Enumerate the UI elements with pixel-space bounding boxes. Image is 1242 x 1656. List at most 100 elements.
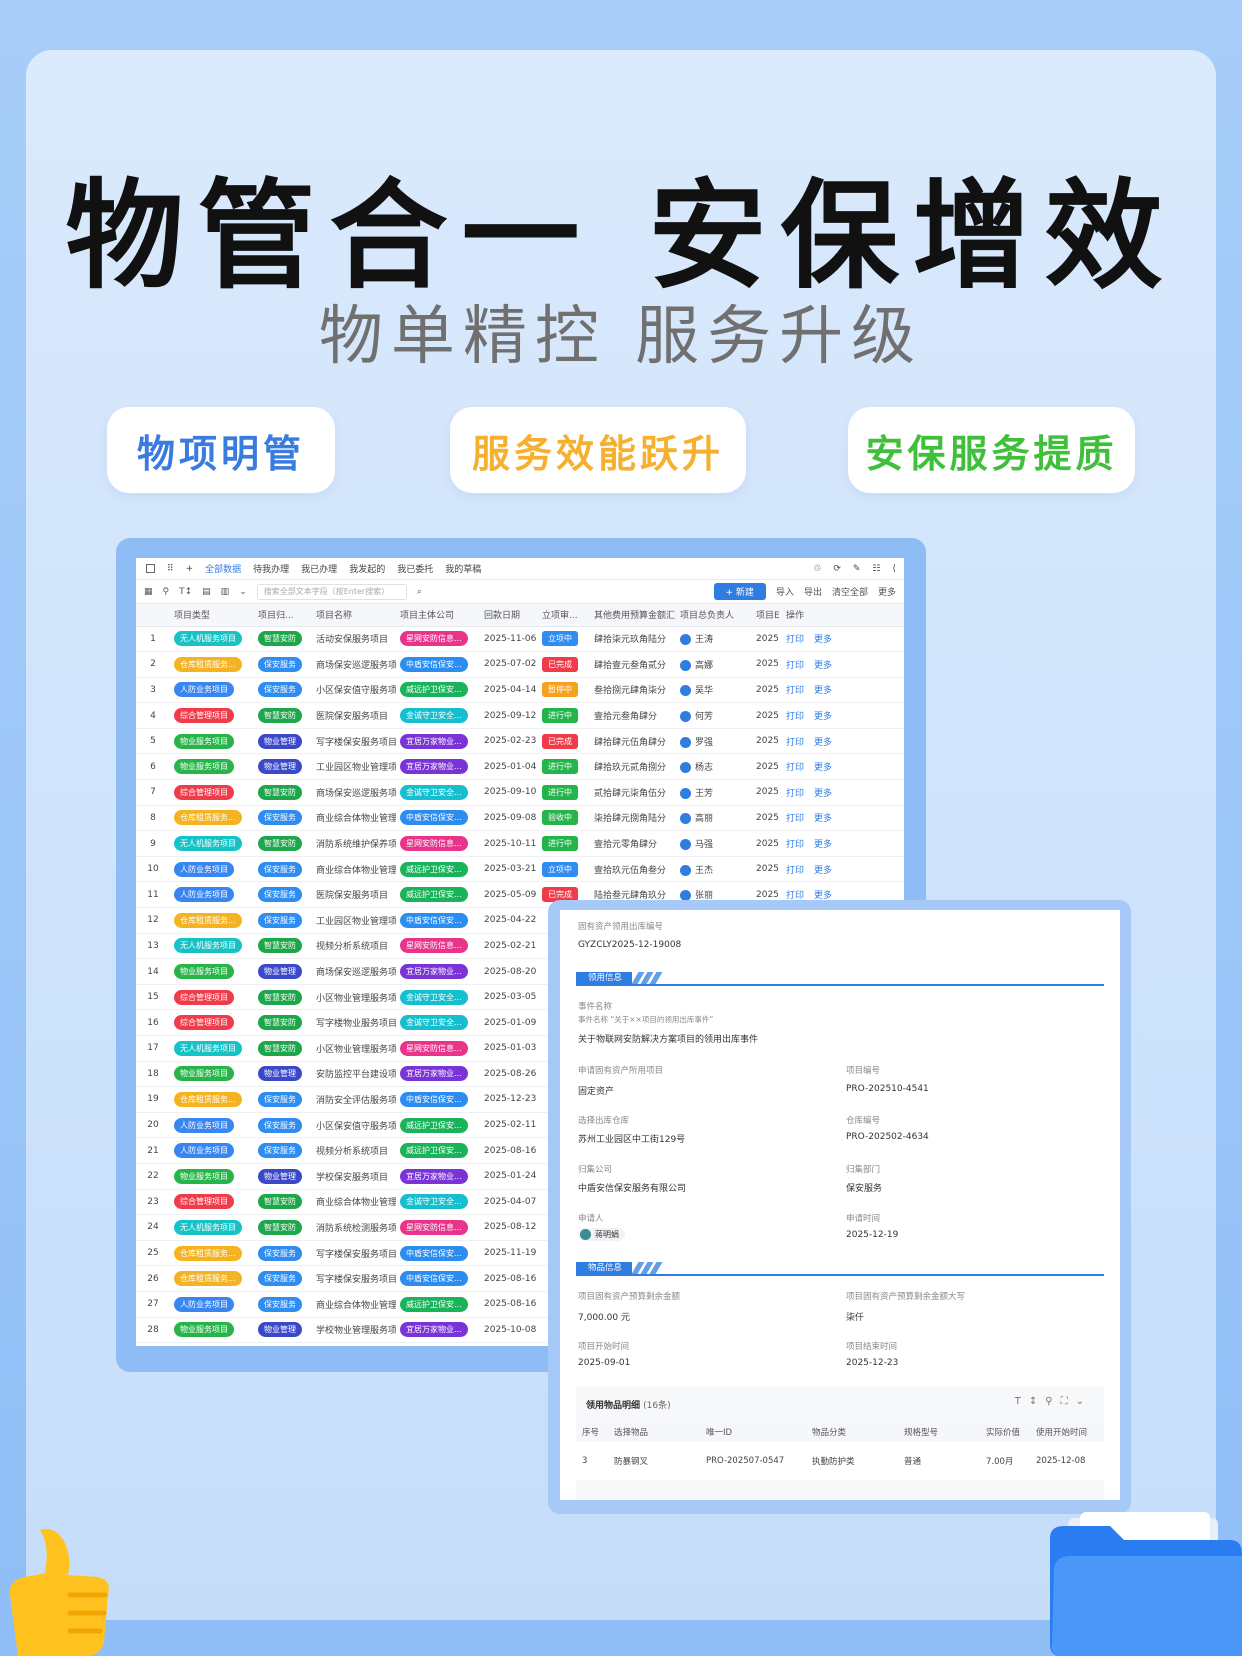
- payment-date: 2025-07-02: [484, 659, 537, 670]
- more-link[interactable]: 更多: [814, 712, 832, 722]
- column-header[interactable]: 使用开始时间: [1030, 1422, 1104, 1442]
- column-header[interactable]: 物品分类: [806, 1422, 898, 1442]
- payment-date: 2025-11-06: [484, 633, 537, 644]
- print-link[interactable]: 打印: [786, 789, 804, 799]
- more-link[interactable]: 更多: [814, 814, 832, 824]
- refresh-icon[interactable]: ⟳: [833, 564, 841, 574]
- add-icon[interactable]: +: [186, 564, 194, 574]
- tab-all-data[interactable]: 全部数据: [205, 562, 241, 575]
- search-input[interactable]: 搜索全部文本字段（按Enter搜索）: [256, 583, 407, 600]
- column-header[interactable]: 操作: [782, 604, 904, 627]
- export-button[interactable]: 导出: [804, 585, 822, 598]
- table-row[interactable]: 5 物业服务项目 物业管理 写字楼保安服务项目 宜居万家物业... 2025-02-23 已…: [136, 728, 904, 755]
- more-link[interactable]: 更多: [814, 661, 832, 671]
- dropdown-icon[interactable]: ⌄: [239, 587, 247, 597]
- recycle-icon[interactable]: ♲: [813, 564, 821, 574]
- project-type-tag: 无人机服务项目: [174, 836, 242, 852]
- calendar-icon[interactable]: ▤: [202, 587, 211, 597]
- category-tag: 智慧安防: [258, 1015, 302, 1031]
- category-tag: 保安服务: [258, 1091, 302, 1107]
- project-name: 写字楼保安服务项目: [316, 737, 396, 748]
- layout-icon[interactable]: ☷: [872, 564, 880, 574]
- drag-icon: ⠿: [167, 563, 174, 574]
- print-link[interactable]: 打印: [786, 635, 804, 645]
- table-row[interactable]: 10 人防业务项目 保安服务 商业综合体物业管理... 威远护卫保安... 2025-03…: [136, 856, 904, 883]
- more-link[interactable]: 更多: [814, 840, 832, 850]
- table-row[interactable]: 6 物业服务项目 物业管理 工业园区物业管理项... 宜居万家物业... 2025-01-…: [136, 753, 904, 781]
- column-header[interactable]: 项目总负责人: [676, 604, 752, 627]
- column-header[interactable]: 项目类型: [170, 604, 254, 627]
- print-link[interactable]: 打印: [786, 763, 804, 773]
- tab-my-initiated[interactable]: 我发起的: [349, 562, 385, 575]
- more-link[interactable]: 更多: [814, 763, 832, 773]
- column-header[interactable]: 项目名称: [312, 604, 396, 627]
- category-tag: 物业管理: [258, 1322, 302, 1338]
- tab-my-delegated[interactable]: 我已委托: [397, 562, 433, 575]
- import-button[interactable]: 导入: [776, 585, 794, 598]
- column-header[interactable]: 唯一ID: [700, 1422, 806, 1442]
- text-size-icon[interactable]: T↕: [179, 587, 192, 597]
- column-header[interactable]: 项目归...: [254, 604, 312, 627]
- more-link[interactable]: 更多: [814, 738, 832, 748]
- column-header[interactable]: 序号: [576, 1422, 608, 1442]
- chart-icon[interactable]: ▥: [221, 587, 230, 597]
- table-row[interactable]: 7 综合管理项目 智慧安防 商场保安巡逻服务项... 金诚守卫安全... 2025-09-…: [136, 779, 904, 806]
- edit-icon[interactable]: ✎: [853, 564, 861, 574]
- column-header[interactable]: [136, 604, 170, 627]
- search-icon[interactable]: ⌕: [417, 587, 422, 597]
- status-badge: 立项中: [542, 861, 578, 877]
- print-link[interactable]: 打印: [786, 814, 804, 824]
- tab-my-done[interactable]: 我已办理: [301, 562, 337, 575]
- project-name: 商业综合体物业管理...: [316, 865, 396, 876]
- column-header[interactable]: 其他费用预算金额汇...: [590, 604, 676, 627]
- table-row[interactable]: 2 仓库租赁服务... 保安服务 商场保安巡逻服务项... 中盾安信保安... 2025-…: [136, 651, 904, 678]
- doc-no-value: GYZCLY2025-12-19008: [578, 940, 682, 950]
- print-link[interactable]: 打印: [786, 738, 804, 748]
- column-header[interactable]: 规格型号: [898, 1422, 980, 1442]
- table-row[interactable]: 4 综合管理项目 智慧安防 医院保安服务项目 金诚守卫安全... 2025-09-12 进行…: [136, 702, 904, 729]
- column-header[interactable]: 项目E: [752, 604, 782, 627]
- table-row[interactable]: 3 人防业务项目 保安服务 小区保安值守服务项... 威远护卫保安... 2025-04-…: [136, 677, 904, 704]
- table-row[interactable]: 3 防暴钢叉 PRO-202507-0547 执勤防护类 普通 7.00月 2025-12-…: [576, 1442, 1104, 1480]
- filter-icon[interactable]: ⚲: [163, 587, 170, 597]
- new-button[interactable]: + 新建: [713, 583, 766, 600]
- field-budget-label: 项目固有资产预算剩余金额: [578, 1292, 681, 1302]
- column-header[interactable]: 项目主体公司: [396, 604, 480, 627]
- more-link[interactable]: 更多: [814, 635, 832, 645]
- budget-amount: 壹拾元叁角肆分: [594, 712, 658, 723]
- tab-my-drafts[interactable]: 我的草稿: [445, 562, 481, 575]
- more-link[interactable]: 更多: [814, 866, 832, 876]
- tab-my-todo[interactable]: 待我办理: [253, 562, 289, 575]
- payment-date: 2025-10-11: [484, 838, 537, 849]
- print-link[interactable]: 打印: [786, 866, 804, 876]
- company-tag: 宜居万家物业...: [400, 733, 468, 749]
- clear-all-button[interactable]: 清空全部: [832, 585, 868, 598]
- table-row[interactable]: 1 无人机服务项目 智慧安防 活动安保服务项目 星网安防信息... 2025-11-06 立…: [136, 626, 904, 653]
- subtable-icons[interactable]: T↕⚲⛶⌄: [1015, 1396, 1092, 1407]
- bracket-icon[interactable]: ⟨: [892, 564, 896, 574]
- project-name: 工业园区物业管理项...: [316, 916, 396, 927]
- table-row[interactable]: 8 仓库租赁服务... 保安服务 商业综合体物业管理... 中盾安信保安... 2025-…: [136, 805, 904, 832]
- category-tag: 智慧安防: [258, 836, 302, 852]
- folder-icon: [1050, 1512, 1242, 1656]
- column-header[interactable]: 立项审...: [538, 604, 590, 627]
- project-name: 商场保安巡逻服务项...: [316, 968, 396, 979]
- column-header[interactable]: 选择物品: [608, 1422, 700, 1442]
- payment-date: 2025-01-03: [484, 1043, 537, 1054]
- more-link[interactable]: 更多: [814, 789, 832, 799]
- text-size-icon: T↕: [1014, 1396, 1046, 1407]
- print-link[interactable]: 打印: [786, 840, 804, 850]
- print-link[interactable]: 打印: [786, 712, 804, 722]
- company-tag: 威远护卫保安...: [400, 887, 468, 903]
- column-header[interactable]: 回款日期: [480, 604, 538, 627]
- table-cell: 3: [582, 1456, 588, 1466]
- print-link[interactable]: 打印: [786, 661, 804, 671]
- table-row[interactable]: 9 无人机服务项目智慧安防 消防系统维护保养项... 星网安防信息... 2025-10…: [136, 830, 904, 857]
- print-link[interactable]: 打印: [786, 686, 804, 696]
- project-name: 写字楼物业服务项目: [316, 1019, 396, 1030]
- more-button[interactable]: 更多: [878, 585, 896, 598]
- column-header[interactable]: 实际价值: [980, 1422, 1030, 1442]
- payment-date: 2025-03-05: [484, 992, 537, 1003]
- view-icon[interactable]: ▦: [144, 587, 153, 597]
- more-link[interactable]: 更多: [814, 686, 832, 696]
